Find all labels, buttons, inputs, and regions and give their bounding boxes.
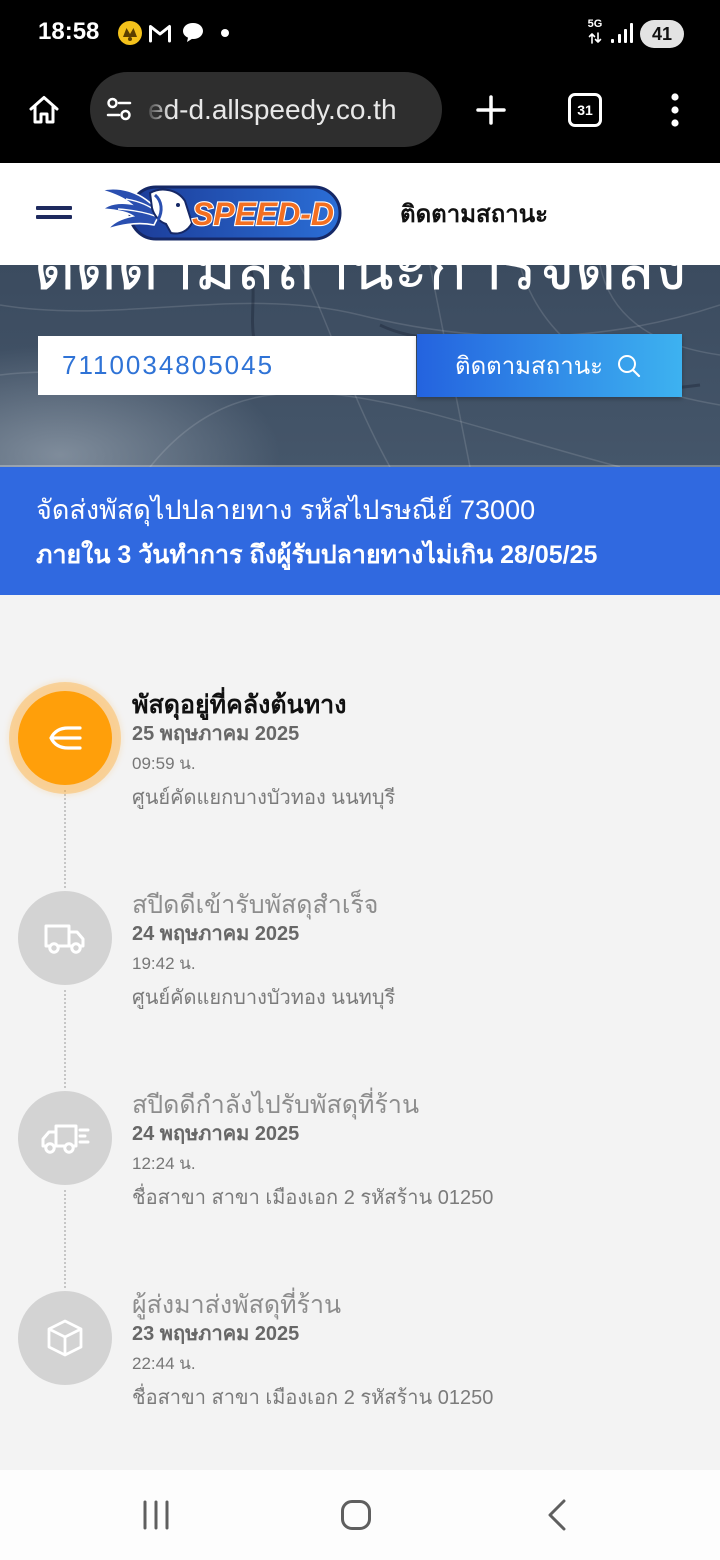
destination-postcode-text: จัดส่งพัสดุไปปลายทาง รหัสไปรษณีย์ 73000 [36,495,536,525]
moving-truck-icon [41,1124,90,1154]
status-bar: 18:58 5G 41 [0,0,720,65]
chat-icon [183,23,203,42]
data-transfer-icon [588,32,602,44]
site-settings-icon[interactable] [105,95,133,123]
timeline-location: ชื่อสาขา สาขา เมืองเอก 2 รหัสร้าน 01250 [132,1387,494,1409]
recent-apps-icon[interactable] [142,1500,170,1530]
timeline-title: สปีดดีกำลังไปรับพัสดุที่ร้าน [132,1091,420,1119]
more-notifications-dot-icon [221,29,229,37]
origin-hub-arrow-icon [49,726,82,750]
home-button-icon[interactable] [341,1500,371,1530]
home-icon[interactable] [27,93,61,127]
url-text[interactable]: ed-d.allspeedy.co.th [148,72,438,147]
timeline-title: ผู้ส่งมาส่งพัสดุที่ร้าน [132,1291,342,1319]
tab-switcher-icon[interactable]: 31 [568,93,602,127]
delivery-deadline-text: ภายใน 3 วันทำการ ถึงผู้รับปลายทางไม่เกิน… [36,541,598,569]
timeline-status-circle [18,1091,112,1185]
status-time: 18:58 [38,18,100,45]
timeline-location: ชื่อสาขา สาขา เมืองเอก 2 รหัสร้าน 01250 [132,1187,494,1209]
new-tab-icon[interactable] [475,94,507,126]
timeline-time: 12:24 น. [132,1154,196,1173]
timeline-item: สปีดดีเข้ารับพัสดุสำเร็จ 24 พฤษภาคม 2025… [0,838,720,1088]
speed-d-logo[interactable]: SPEED-D [100,183,342,243]
network-indicator: 5G [584,18,606,48]
signal-icon [611,23,633,43]
track-status-button[interactable]: ติดตามสถานะ [417,334,682,397]
timeline-date: 23 พฤษภาคม 2025 [132,1323,300,1345]
timeline-date: 24 พฤษภาคม 2025 [132,1123,300,1145]
address-bar[interactable]: ed-d.allspeedy.co.th [90,72,442,147]
menu-line [36,206,72,210]
timeline-date: 24 พฤษภาคม 2025 [132,923,300,945]
track-status-button-label: ติดตามสถานะ [455,353,604,380]
tracking-timeline: พัสดุอยู่ที่คลังต้นทาง 25 พฤษภาคม 2025 0… [0,595,720,1470]
search-icon [618,354,641,377]
tab-count: 31 [577,102,593,118]
nav-track-status-link[interactable]: ติดตามสถานะ [400,195,548,235]
timeline-details: สปีดดีเข้ารับพัสดุสำเร็จ 24 พฤษภาคม 2025… [132,890,712,1016]
hamburger-menu-icon[interactable] [36,206,72,222]
tracking-number-input[interactable] [38,336,416,395]
more-menu-icon[interactable] [668,92,682,128]
hero-banner: ติดตามสถานะการจัดส่ง ติดตามสถานะ [0,265,720,467]
timeline-item: พัสดุอยู่ที่คลังต้นทาง 25 พฤษภาคม 2025 0… [0,638,720,888]
timeline-details: พัสดุอยู่ที่คลังต้นทาง 25 พฤษภาคม 2025 0… [132,690,712,816]
network-type-label: 5G [587,18,603,30]
timeline-title: พัสดุอยู่ที่คลังต้นทาง [132,691,347,719]
timeline-date: 25 พฤษภาคม 2025 [132,723,300,745]
timeline-time: 09:59 น. [132,754,196,773]
phone-screen: 18:58 5G 41 ed-d.allspeedy.co.th 31 SPEE… [0,0,720,1560]
timeline-item: สปีดดีกำลังไปรับพัสดุที่ร้าน 24 พฤษภาคม … [0,1038,720,1288]
gmail-icon [149,25,171,43]
bank-app-icon [118,21,142,45]
timeline-location: ศูนย์คัดแยกบางบัวทอง นนทบุรี [132,787,396,809]
timeline-time: 22:44 น. [132,1354,196,1373]
timeline-details: สปีดดีกำลังไปรับพัสดุที่ร้าน 24 พฤษภาคม … [132,1090,712,1216]
timeline-title: สปีดดีเข้ารับพัสดุสำเร็จ [132,891,379,919]
timeline-status-circle [18,891,112,985]
timeline-status-circle [18,691,112,785]
menu-line [36,215,72,219]
timeline-location: ศูนย์คัดแยกบางบัวทอง นนทบุรี [132,987,396,1009]
logo-text: SPEED-D [192,196,334,232]
delivery-estimate-banner: จัดส่งพัสดุไปปลายทาง รหัสไปรษณีย์ 73000 … [0,467,720,595]
truck-icon [44,924,85,954]
timeline-status-circle [18,1291,112,1385]
browser-toolbar: ed-d.allspeedy.co.th 31 [0,65,720,163]
timeline-time: 19:42 น. [132,954,196,973]
site-header: SPEED-D ติดตามสถานะ [0,163,720,265]
timeline-item: ผู้ส่งมาส่งพัสดุที่ร้าน 23 พฤษภาคม 2025 … [0,1238,720,1438]
package-icon [47,1319,83,1357]
system-navigation-bar [0,1470,720,1560]
timeline-details: ผู้ส่งมาส่งพัสดุที่ร้าน 23 พฤษภาคม 2025 … [132,1290,712,1416]
back-icon[interactable] [547,1499,567,1531]
hero-heading: ติดตามสถานะการจัดส่ง [33,265,687,303]
battery-indicator: 41 [640,20,684,48]
